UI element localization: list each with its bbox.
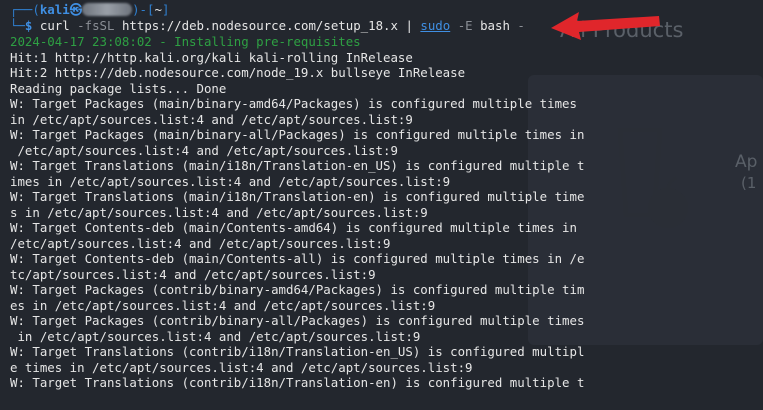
command-line[interactable]: └─$ curl -fsSL https://deb.nodesource.co… bbox=[10, 18, 525, 34]
output-line: W: Target Translations (contrib/i18n/Tra… bbox=[10, 344, 585, 359]
output-line: W: Target Translations (main/i18n/Transl… bbox=[10, 189, 585, 204]
output-line: W: Target Packages (main/binary-amd64/Pa… bbox=[10, 96, 577, 111]
output-line: W: Target Contents-deb (main/Contents-am… bbox=[10, 220, 577, 235]
output-line: in /etc/apt/sources.list:4 and /etc/apt/… bbox=[10, 328, 421, 344]
output-line: imes in /etc/apt/sources.list:4 and /etc… bbox=[10, 173, 451, 189]
output-line: W: Target Contents-deb (main/Contents-al… bbox=[10, 251, 585, 266]
output-line: in /etc/apt/sources.list:4 and /etc/apt/… bbox=[10, 111, 413, 127]
output-line: W: Target Packages (contrib/binary-amd64… bbox=[10, 282, 585, 297]
output-line: Hit:2 https://deb.nodesource.com/node_19… bbox=[10, 65, 466, 80]
output-line: e times in /etc/apt/sources.list:4 and /… bbox=[10, 359, 473, 375]
prompt-user: kali bbox=[39, 2, 70, 17]
output-line: 2024-04-17 23:08:02 - Installing pre-req… bbox=[10, 34, 361, 49]
output-line: /etc/apt/sources.list:4 and /etc/apt/sou… bbox=[10, 142, 398, 158]
output-line: W: Target Packages (main/binary-all/Pack… bbox=[10, 127, 585, 142]
output-line: W: Target Packages (contrib/binary-all/P… bbox=[10, 313, 585, 328]
prompt-path: ~ bbox=[154, 2, 162, 17]
terminal-window[interactable]: ┌──(kali㉿)-[~] └─$ curl -fsSL https://de… bbox=[0, 0, 763, 410]
output-line: s in /etc/apt/sources.list:4 and /etc/ap… bbox=[10, 204, 428, 220]
output-line: tc/apt/sources.list:4 and /etc/apt/sourc… bbox=[10, 266, 376, 282]
output-line: W: Target Translations (main/i18n/Transl… bbox=[10, 158, 585, 173]
output-line: W: Target Translations (contrib/i18n/Tra… bbox=[10, 375, 585, 390]
red-arrow-annotation-icon bbox=[551, 12, 660, 40]
output-line: Hit:1 http://http.kali.org/kali kali-rol… bbox=[10, 49, 413, 65]
output-line: /etc/apt/sources.list:4 and /etc/apt/sou… bbox=[10, 235, 391, 251]
output-line: Reading package lists... Done bbox=[10, 80, 227, 96]
output-line: es in /etc/apt/sources.list:4 and /etc/a… bbox=[10, 297, 436, 313]
prompt-line: ┌──(kali㉿)-[~] bbox=[10, 2, 170, 17]
redacted-hostname bbox=[82, 3, 133, 16]
